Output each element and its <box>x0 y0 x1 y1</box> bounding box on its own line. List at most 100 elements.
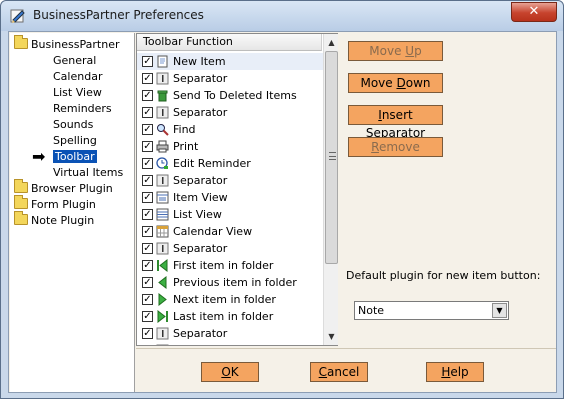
list-item[interactable]: ✓ Separator <box>137 325 323 342</box>
list-item[interactable]: ✓ Next item in folder <box>137 291 323 308</box>
toolbar-function-header[interactable]: Toolbar Function <box>137 34 322 51</box>
toolbar-function-label: First item in folder <box>173 259 274 272</box>
tree-item-browser-plugin[interactable]: Browser Plugin <box>14 179 113 197</box>
toolbar-function-list[interactable]: Toolbar Function ✓ New Item ✓ Separator ✓ Sen… <box>136 33 338 346</box>
list-item[interactable]: ✓ Separator <box>137 172 323 189</box>
list-item[interactable]: ✓ New Item <box>137 53 323 70</box>
list-item[interactable]: ✓ First item in folder <box>137 257 323 274</box>
ok-button[interactable]: OK <box>201 362 259 382</box>
toolbar-function-label: Find <box>173 123 196 136</box>
default-plugin-select[interactable]: Note ▼ <box>354 301 509 320</box>
tree-item-businesspartner[interactable]: BusinessPartner <box>14 35 119 53</box>
tree-item-label: Reminders <box>53 102 112 115</box>
app-icon <box>10 9 25 23</box>
tree-item-label: Browser Plugin <box>31 182 113 195</box>
move-up-button[interactable]: Move Up <box>348 41 443 61</box>
enable-checkbox[interactable]: ✓ <box>142 56 153 67</box>
help-button[interactable]: Help <box>426 362 484 382</box>
move-down-button[interactable]: Move Down <box>348 73 443 93</box>
scroll-down-icon[interactable]: ▼ <box>325 329 338 344</box>
scroll-up-icon[interactable]: ▲ <box>325 35 338 50</box>
insert-separator-button[interactable]: Insert Separator <box>348 105 443 140</box>
tree-item-general[interactable]: General <box>53 53 96 69</box>
separator-icon <box>156 344 169 345</box>
preferences-window: BusinessPartner Preferences ✕ BusinessPa… <box>0 0 564 399</box>
folder-icon <box>14 179 28 193</box>
toolbar-function-label: Previous item in folder <box>173 276 297 289</box>
enable-checkbox[interactable]: ✓ <box>142 175 153 186</box>
selection-arrow-icon: ➡ <box>32 147 46 166</box>
enable-checkbox[interactable]: ✓ <box>142 192 153 203</box>
reminder-icon <box>156 157 168 169</box>
enable-checkbox[interactable]: ✓ <box>142 277 153 288</box>
list-item[interactable]: ✓ <box>137 342 323 345</box>
tree-item-calendar[interactable]: Calendar <box>53 69 102 85</box>
tree-item-label: Note Plugin <box>31 214 95 227</box>
chevron-down-icon[interactable]: ▼ <box>492 303 507 318</box>
toolbar-function-label: Separator <box>173 242 228 255</box>
list-item[interactable]: ✓ List View <box>137 206 323 223</box>
trash-icon <box>157 90 168 102</box>
enable-checkbox[interactable]: ✓ <box>142 107 153 118</box>
toolbar-function-label: Separator <box>173 72 228 85</box>
list-item[interactable]: ✓ Separator <box>137 104 323 121</box>
next-item-icon <box>158 293 167 306</box>
list-item[interactable]: ✓ Find <box>137 121 323 138</box>
tree-item-label: Sounds <box>53 118 94 131</box>
enable-checkbox[interactable]: ✓ <box>142 294 153 305</box>
preferences-tree[interactable]: BusinessPartner General Calendar List View R… <box>10 33 135 392</box>
list-item[interactable]: ✓ Edit Reminder <box>137 155 323 172</box>
enable-checkbox[interactable]: ✓ <box>142 158 153 169</box>
remove-button[interactable]: Remove <box>348 137 443 157</box>
tree-item-list-view[interactable]: List View <box>53 85 102 101</box>
scrollbar-thumb[interactable] <box>325 51 338 264</box>
cancel-button[interactable]: Cancel <box>310 362 368 382</box>
tree-item-sounds[interactable]: Sounds <box>53 117 93 133</box>
toolbar-function-label: Send To Deleted Items <box>173 89 297 102</box>
list-item[interactable]: ✓ Print <box>137 138 323 155</box>
default-plugin-label: Default plugin for new item button: <box>346 269 541 282</box>
grip-icon <box>329 152 336 160</box>
tree-item-label: Toolbar <box>53 150 97 163</box>
tree-item-label: Spelling <box>53 134 97 147</box>
enable-checkbox[interactable]: ✓ <box>142 141 153 152</box>
title-bar[interactable]: BusinessPartner Preferences ✕ <box>1 1 563 31</box>
list-item[interactable]: ✓ Last item in folder <box>137 308 323 325</box>
toolbar-function-items[interactable]: ✓ New Item ✓ Separator ✓ Send To Deleted Item… <box>137 52 323 345</box>
list-item[interactable]: ✓ Item View <box>137 189 323 206</box>
dialog-client-area: BusinessPartner General Calendar List View R… <box>8 31 557 393</box>
enable-checkbox[interactable]: ✓ <box>142 226 153 237</box>
enable-checkbox[interactable]: ✓ <box>142 73 153 84</box>
vertical-scrollbar[interactable]: ▲ ▼ <box>323 34 338 345</box>
tree-item-note-plugin[interactable]: Note Plugin <box>14 211 95 229</box>
enable-checkbox[interactable]: ✓ <box>142 90 153 101</box>
toolbar-function-label: Separator <box>173 174 228 187</box>
dialog-button-bar: OK Cancel Help <box>136 348 556 392</box>
tree-item-spelling[interactable]: Spelling <box>53 133 97 149</box>
folder-icon <box>14 195 28 209</box>
separator-icon <box>156 106 169 119</box>
list-item[interactable]: ✓ Separator <box>137 240 323 257</box>
help-accel: H <box>441 365 451 379</box>
list-item[interactable]: ✓ Previous item in folder <box>137 274 323 291</box>
enable-checkbox[interactable]: ✓ <box>142 209 153 220</box>
separator-icon <box>156 174 169 187</box>
enable-checkbox[interactable]: ✓ <box>142 260 153 271</box>
separator-icon <box>156 327 169 340</box>
enable-checkbox[interactable]: ✓ <box>142 328 153 339</box>
tree-item-reminders[interactable]: Reminders <box>53 101 112 117</box>
toolbar-function-label: Print <box>173 140 199 153</box>
tree-item-form-plugin[interactable]: Form Plugin <box>14 195 96 213</box>
enable-checkbox[interactable]: ✓ <box>142 124 153 135</box>
tree-item-virtual-items[interactable]: Virtual Items <box>53 165 123 181</box>
list-item[interactable]: ✓ Separator <box>137 70 323 87</box>
move-down-label-pre: Move <box>360 76 397 90</box>
new-item-icon <box>157 55 168 68</box>
close-button[interactable]: ✕ <box>511 2 557 22</box>
list-item[interactable]: ✓ Send To Deleted Items <box>137 87 323 104</box>
enable-checkbox[interactable]: ✓ <box>142 311 153 322</box>
cancel-accel: C <box>318 365 328 379</box>
enable-checkbox[interactable]: ✓ <box>142 243 153 254</box>
tree-item-toolbar[interactable]: Toolbar <box>53 149 97 165</box>
list-item[interactable]: ✓ Calendar View <box>137 223 323 240</box>
